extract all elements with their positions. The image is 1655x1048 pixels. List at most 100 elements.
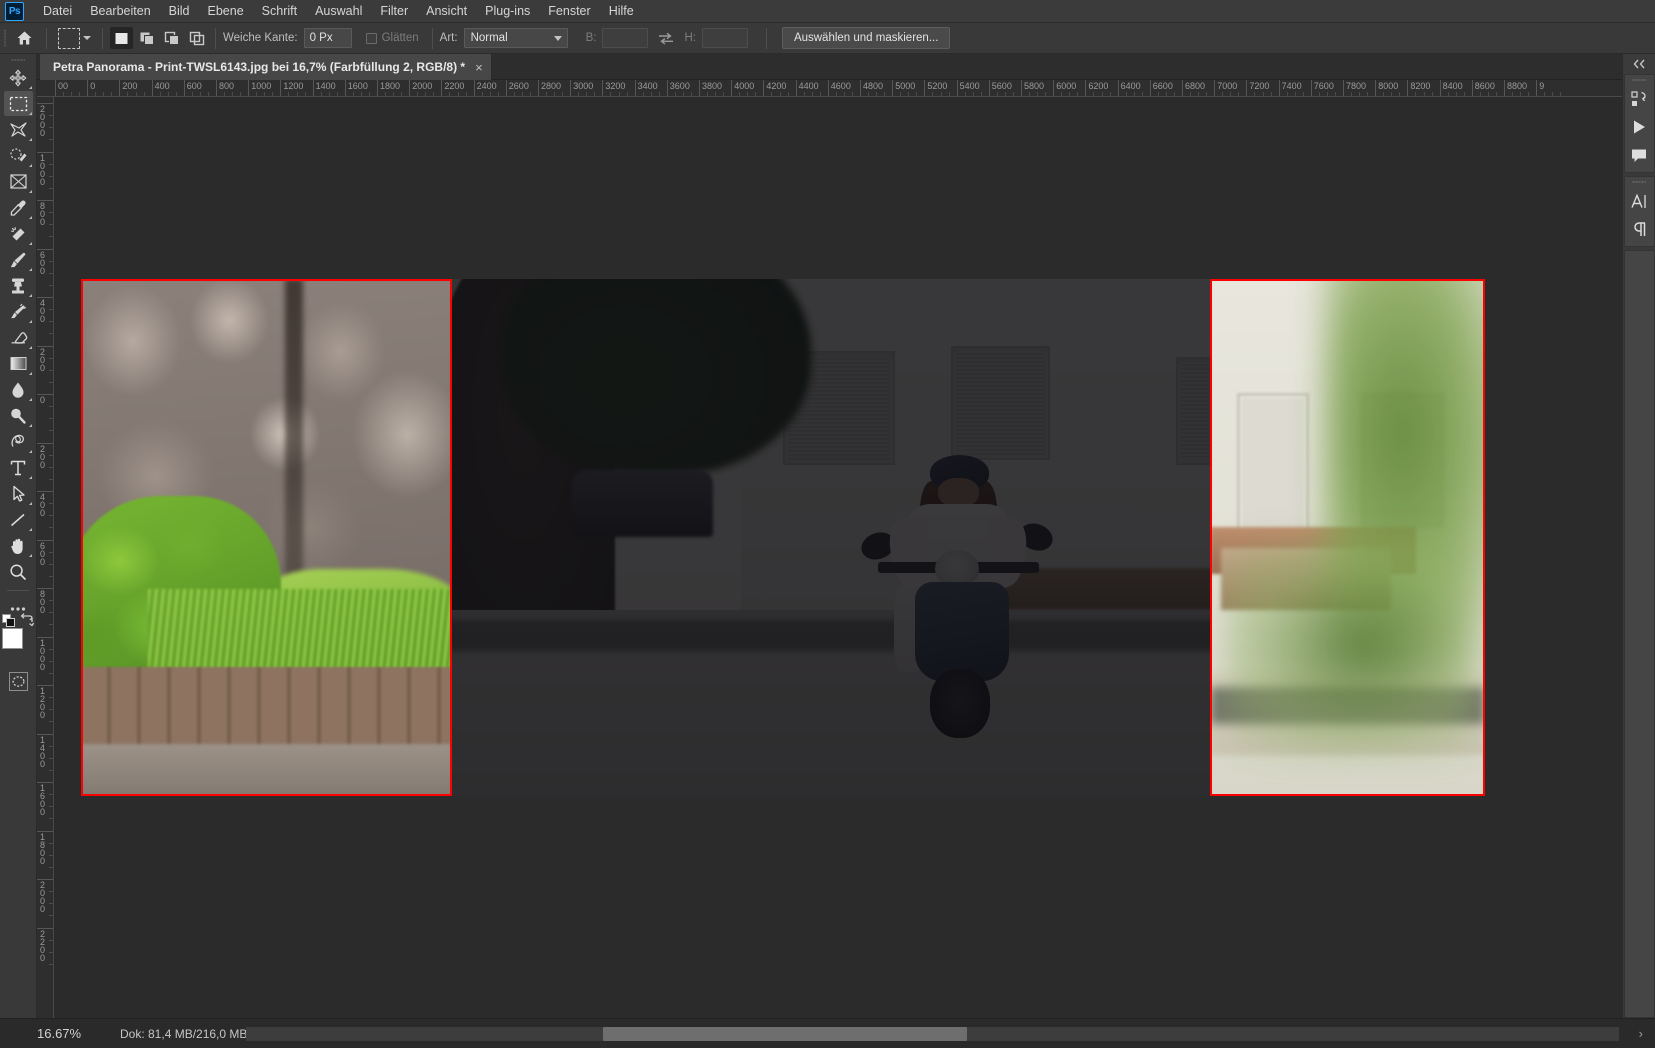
ruler-minor-tick: [562, 92, 564, 96]
marquee-icon: [9, 96, 27, 111]
scroll-right-icon[interactable]: ›: [1639, 1026, 1643, 1041]
move-tool[interactable]: [4, 65, 33, 90]
clone-stamp-tool[interactable]: [4, 273, 33, 298]
default-colors-button[interactable]: [2, 614, 16, 628]
ruler-minor-tick: [449, 92, 451, 96]
ruler-label: 1600: [40, 783, 46, 817]
ruler-label: 6000: [1056, 81, 1077, 91]
swap-width-height-icon: [659, 32, 674, 45]
flyout-triangle-icon: [28, 424, 32, 427]
ruler-label: 4000: [734, 81, 755, 91]
menu-datei[interactable]: Datei: [34, 1, 81, 21]
tools-panel-grip[interactable]: [0, 54, 36, 65]
dock-empty-area[interactable]: [1623, 250, 1655, 1018]
ruler-minor-tick: [288, 92, 290, 96]
horizontal-scrollbar-track[interactable]: [246, 1027, 1619, 1041]
vertical-ruler[interactable]: 2000 1000 800 600 400 200 0 200 400 600 800 1000 120…: [37, 97, 54, 1018]
style-select[interactable]: Normal: [463, 28, 568, 48]
ruler-minor-tick: [360, 92, 362, 96]
ruler-minor-tick: [49, 187, 53, 189]
chevron-down-icon[interactable]: [83, 36, 91, 40]
type-tool[interactable]: [4, 455, 33, 480]
document-tab[interactable]: Petra Panorama - Print-TWSL6143.jpg bei …: [40, 54, 492, 80]
menu-bar: Ps Datei Bearbeiten Bild Ebene Schrift A…: [0, 0, 1655, 23]
ruler-minor-tick: [876, 92, 878, 96]
ruler-minor-tick: [1560, 92, 1562, 96]
eraser-tool[interactable]: [4, 325, 33, 350]
path-selection-tool[interactable]: [4, 481, 33, 506]
zoom-level-field[interactable]: 16.67%: [0, 1026, 120, 1041]
dock-group-grip[interactable]: [1625, 177, 1654, 187]
pen-tool[interactable]: [4, 429, 33, 454]
collapse-panels-button[interactable]: [1622, 54, 1655, 74]
home-button[interactable]: [9, 30, 39, 46]
dock-group-2: [1623, 176, 1655, 247]
actions-button[interactable]: [1625, 113, 1654, 141]
divider: [102, 27, 103, 49]
dock-group-grip[interactable]: [1625, 75, 1654, 85]
horizontal-scrollbar-thumb[interactable]: [602, 1027, 967, 1041]
spot-healing-brush-tool[interactable]: [4, 221, 33, 246]
libraries-button[interactable]: [1625, 85, 1654, 113]
divider: [46, 27, 47, 49]
menu-ansicht[interactable]: Ansicht: [417, 1, 476, 21]
menu-hilfe[interactable]: Hilfe: [600, 1, 643, 21]
history-brush-tool[interactable]: [4, 299, 33, 324]
line-tool[interactable]: [4, 507, 33, 532]
options-bar-grip[interactable]: [0, 23, 9, 54]
ruler-label: 2000: [412, 81, 433, 91]
zoom-tool[interactable]: [4, 559, 33, 584]
eyedropper-tool[interactable]: [4, 195, 33, 220]
ruler-minor-tick: [49, 175, 53, 177]
add-to-selection-button[interactable]: [135, 27, 158, 49]
ruler-minor-tick: [932, 92, 934, 96]
intersect-with-selection-button[interactable]: [185, 27, 208, 49]
close-icon[interactable]: ×: [475, 60, 483, 75]
tool-preset-picker[interactable]: [54, 27, 95, 49]
ruler-minor-tick: [49, 915, 53, 917]
paragraph-panel-button[interactable]: [1625, 215, 1654, 243]
dodge-tool[interactable]: [4, 403, 33, 428]
document-image[interactable]: [81, 279, 1485, 796]
character-panel-button[interactable]: [1625, 187, 1654, 215]
divider: [7, 590, 29, 591]
comments-button[interactable]: [1625, 141, 1654, 169]
menu-schrift[interactable]: Schrift: [253, 1, 306, 21]
antialias-checkbox[interactable]: [365, 32, 377, 44]
menu-bild[interactable]: Bild: [160, 1, 199, 21]
menu-bearbeiten[interactable]: Bearbeiten: [81, 1, 159, 21]
canvas-area[interactable]: [54, 97, 1622, 1018]
ruler-minor-tick: [1367, 92, 1369, 96]
crop-tool[interactable]: [4, 169, 33, 194]
menu-fenster[interactable]: Fenster: [539, 1, 599, 21]
foreground-color-swatch[interactable]: [2, 628, 23, 649]
menu-auswahl[interactable]: Auswahl: [306, 1, 371, 21]
menu-ebene[interactable]: Ebene: [199, 1, 253, 21]
gradient-tool[interactable]: [4, 351, 33, 376]
swap-width-height-button[interactable]: [658, 32, 674, 45]
brush-tool[interactable]: [4, 247, 33, 272]
ruler-minor-tick: [489, 92, 491, 96]
crop-icon: [9, 174, 27, 189]
swap-colors-button[interactable]: [20, 612, 34, 626]
quick-selection-tool[interactable]: [4, 143, 33, 168]
rectangular-marquee-tool[interactable]: [3, 91, 33, 116]
actions-play-icon: [1634, 120, 1645, 134]
ruler-minor-tick: [49, 866, 53, 868]
blur-tool[interactable]: [4, 377, 33, 402]
menu-plugins[interactable]: Plug-ins: [476, 1, 539, 21]
ruler-minor-tick: [49, 939, 53, 941]
width-input[interactable]: [602, 28, 649, 48]
height-input[interactable]: [701, 28, 748, 48]
comments-icon: [1632, 149, 1646, 162]
lasso-tool[interactable]: [4, 117, 33, 142]
tree-foliage: [502, 279, 812, 476]
hand-tool[interactable]: [4, 533, 33, 558]
select-and-mask-button[interactable]: Auswählen und maskieren...: [781, 27, 951, 49]
quick-mask-button[interactable]: [8, 672, 28, 691]
new-selection-button[interactable]: [110, 27, 133, 49]
feather-input[interactable]: [303, 28, 352, 48]
menu-filter[interactable]: Filter: [371, 1, 417, 21]
horizontal-ruler[interactable]: 00 0 200 400 600 800 1000 1200 1400 1600 1800 2000 2…: [37, 80, 1622, 97]
subtract-from-selection-button[interactable]: [160, 27, 183, 49]
